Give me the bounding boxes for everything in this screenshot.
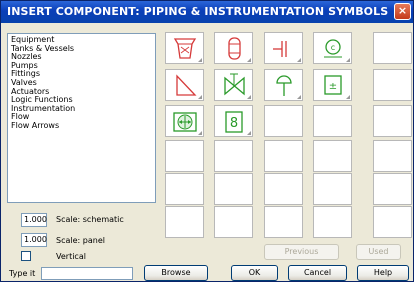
symbol-cell-26[interactable] [165, 206, 204, 238]
type-it-input[interactable] [41, 267, 133, 280]
svg-text:8: 8 [230, 116, 238, 131]
symbol-cell-14[interactable] [313, 105, 352, 137]
symbol-cell-13[interactable] [264, 105, 303, 137]
insert-component-dialog: INSERT COMPONENT: PIPING & INSTRUMENTATI… [0, 0, 414, 282]
vertical-checkbox[interactable] [21, 251, 31, 261]
used-button[interactable]: Used [356, 244, 401, 260]
symbol-cell-29[interactable] [313, 206, 352, 238]
symbol-cell-17[interactable] [214, 140, 253, 172]
browse-button[interactable]: Browse [144, 265, 208, 281]
type-it-label: Type it [9, 269, 36, 278]
symbol-cell-3[interactable] [264, 32, 303, 64]
corner-marker [247, 131, 251, 135]
symbol-cell-28[interactable] [264, 206, 303, 238]
symbol-cell-22[interactable] [214, 173, 253, 205]
corner-marker [198, 95, 202, 99]
symbol-cell-18[interactable] [264, 140, 303, 172]
symbol-cell-9[interactable]: ± [313, 69, 352, 101]
symbol-cell-30[interactable] [373, 206, 412, 238]
symbol-cell-12[interactable]: 8 [214, 105, 253, 137]
scale-schematic-label: Scale: schematic [56, 215, 124, 224]
corner-marker [198, 58, 202, 62]
symbol-cell-11[interactable] [165, 105, 204, 137]
title-bar[interactable]: INSERT COMPONENT: PIPING & INSTRUMENTATI… [1, 1, 413, 23]
symbol-cell-1[interactable] [165, 32, 204, 64]
scale-panel-input[interactable]: 1.000 [21, 233, 47, 247]
svg-text:±: ± [329, 81, 337, 92]
symbol-cell-24[interactable] [313, 173, 352, 205]
scale-schematic-input[interactable]: 1.000 [21, 213, 47, 227]
scale-panel-label: Scale: panel [56, 236, 105, 245]
dialog-title: INSERT COMPONENT: PIPING & INSTRUMENTATI… [7, 5, 389, 18]
corner-marker [297, 95, 301, 99]
symbol-cell-4[interactable]: c [313, 32, 352, 64]
svg-text:c: c [331, 43, 335, 52]
corner-marker [346, 95, 350, 99]
corner-marker [247, 58, 251, 62]
category-list[interactable]: Equipment Tanks & Vessels Nozzles Pumps … [7, 33, 156, 203]
corner-marker [198, 131, 202, 135]
corner-marker [247, 95, 251, 99]
symbol-cell-8[interactable] [264, 69, 303, 101]
category-item-instrumentation[interactable]: Instrumentation [11, 104, 152, 114]
symbol-cell-10[interactable] [373, 69, 412, 101]
corner-marker [297, 58, 301, 62]
symbol-cell-19[interactable] [313, 140, 352, 172]
category-item-flow-arrows[interactable]: Flow Arrows [11, 121, 152, 131]
symbol-cell-23[interactable] [264, 173, 303, 205]
symbol-cell-20[interactable] [373, 140, 412, 172]
corner-marker [346, 58, 350, 62]
symbol-cell-7[interactable] [214, 69, 253, 101]
symbol-cell-2[interactable] [214, 32, 253, 64]
symbol-cell-16[interactable] [165, 140, 204, 172]
symbol-cell-5[interactable] [373, 32, 412, 64]
symbol-cell-15[interactable] [373, 105, 412, 137]
cancel-button[interactable]: Cancel [288, 265, 347, 281]
close-button[interactable]: × [394, 3, 411, 20]
symbol-cell-21[interactable] [165, 173, 204, 205]
symbol-cell-25[interactable] [373, 173, 412, 205]
symbol-cell-6[interactable] [165, 69, 204, 101]
previous-button[interactable]: Previous [264, 244, 339, 260]
symbol-cell-27[interactable] [214, 206, 253, 238]
ok-button[interactable]: OK [231, 265, 278, 281]
vertical-label: Vertical [56, 252, 86, 261]
help-button[interactable]: Help [357, 265, 409, 281]
